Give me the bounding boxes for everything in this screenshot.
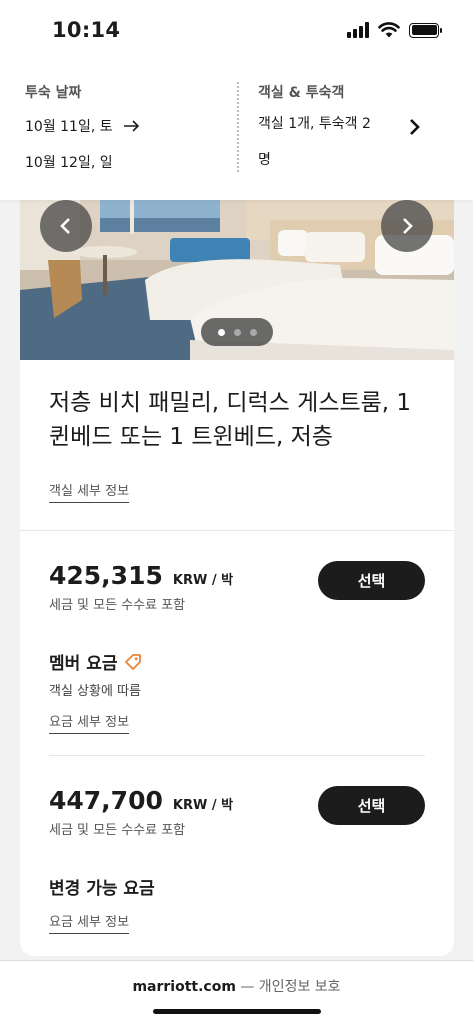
status-bar: 10:14	[0, 0, 473, 62]
rate-unit: KRW / 박	[172, 573, 234, 588]
rate-option: 425,315 KRW / 박 세금 및 모든 수수료 포함 선택 멤버 요금 …	[49, 561, 425, 734]
price-tag-icon	[125, 653, 142, 670]
chevron-right-icon[interactable]	[405, 117, 425, 137]
rate-name: 변경 가능 요금	[49, 874, 425, 899]
status-time: 10:14	[52, 18, 121, 42]
browser-footer: marriott.com — 개인정보 보호	[0, 960, 473, 1024]
rate-availability-note: 객실 상황에 따름	[49, 684, 141, 699]
room-photo-carousel[interactable]	[20, 200, 454, 360]
carousel-next-button[interactable]	[381, 200, 433, 252]
rate-details-link[interactable]: 요금 세부 정보	[49, 911, 130, 934]
divider	[49, 755, 425, 756]
chevron-right-icon	[403, 218, 413, 234]
carousel-pagination[interactable]	[201, 318, 273, 346]
rooms-guests-value: 객실 1개, 투숙객 2 명	[258, 116, 371, 168]
room-card: 저층 비치 패밀리, 디럭스 게스트룸, 1 퀸베드 또는 1 트윈베드, 저층…	[20, 200, 454, 956]
room-title: 저층 비치 패밀리, 디럭스 게스트룸, 1 퀸베드 또는 1 트윈베드, 저층	[49, 390, 412, 450]
rate-name-label: 변경 가능 요금	[49, 879, 155, 899]
rate-name-label: 멤버 요금	[49, 654, 118, 674]
select-rate-button[interactable]: 선택	[318, 786, 425, 825]
carousel-dot[interactable]	[233, 328, 241, 336]
rate-price: 425,315	[49, 561, 163, 590]
carousel-dot[interactable]	[217, 328, 225, 336]
chevron-left-icon	[60, 218, 70, 234]
divider	[20, 530, 454, 531]
privacy-label: — 개인정보 보호	[240, 979, 341, 995]
rate-option: 447,700 KRW / 박 세금 및 모든 수수료 포함 선택 변경 가능 …	[49, 786, 425, 934]
rate-unit: KRW / 박	[172, 798, 234, 813]
arrow-right-icon	[123, 120, 139, 132]
site-domain[interactable]: marriott.com	[132, 979, 235, 995]
rooms-guests-label: 객실 & 투숙객	[258, 85, 345, 101]
rate-details-link[interactable]: 요금 세부 정보	[49, 711, 130, 734]
cellular-signal-icon	[347, 22, 369, 38]
battery-icon	[409, 22, 442, 38]
room-details-link[interactable]: 객실 세부 정보	[49, 480, 130, 503]
stay-dates-label: 투숙 날짜	[25, 85, 82, 101]
header-divider	[237, 82, 239, 172]
home-indicator[interactable]	[153, 1009, 321, 1014]
status-icons	[347, 22, 442, 38]
rate-name: 멤버 요금	[49, 649, 425, 674]
booking-summary: 투숙 날짜 10월 11일, 토 10월 12일, 일 객실 & 투숙객 객실 …	[0, 62, 473, 200]
checkout-date: 10월 12일, 일	[25, 155, 113, 171]
select-rate-button[interactable]: 선택	[318, 561, 425, 600]
carousel-prev-button[interactable]	[40, 200, 92, 252]
carousel-dot[interactable]	[249, 328, 257, 336]
rate-price: 447,700	[49, 786, 163, 815]
rooms-guests[interactable]: 객실 & 투숙객 객실 1개, 투숙객 2 명	[258, 82, 388, 178]
stay-dates[interactable]: 투숙 날짜 10월 11일, 토 10월 12일, 일	[25, 82, 141, 172]
checkin-date: 10월 11일, 토	[25, 119, 113, 135]
wifi-icon	[378, 22, 400, 38]
